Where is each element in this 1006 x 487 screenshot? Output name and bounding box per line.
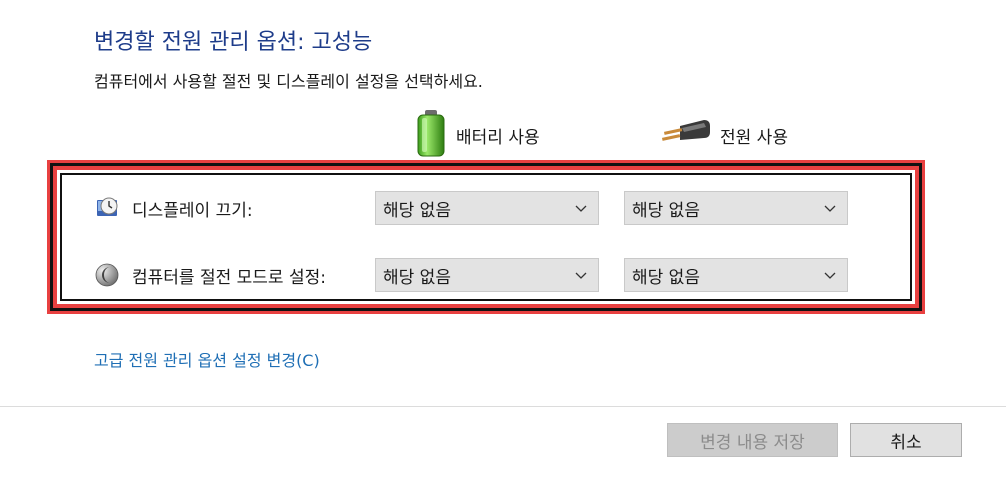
sleep-plugged-value: 해당 없음 [632,267,700,288]
display-setting-row: 디스플레이 끄기: 해당 없음 해당 없음 [62,190,910,226]
display-plugged-value: 해당 없음 [632,200,700,221]
sleep-battery-value: 해당 없음 [383,267,451,288]
plugged-column-label: 전원 사용 [720,127,788,148]
advanced-settings-link[interactable]: 고급 전원 관리 옵션 설정 변경(C) [94,347,320,371]
settings-panel: 디스플레이 끄기: 해당 없음 해당 없음 컴퓨터를 절전 모드로 설정: 해당… [60,173,912,301]
page-subtitle: 컴퓨터에서 사용할 절전 및 디스플레이 설정을 선택하세요. [94,72,483,91]
sleep-setting-row: 컴퓨터를 절전 모드로 설정: 해당 없음 해당 없음 [62,257,910,293]
display-battery-select[interactable]: 해당 없음 [375,191,599,225]
chevron-down-icon [575,205,587,212]
battery-column-label: 배터리 사용 [456,127,540,148]
display-setting-label: 디스플레이 끄기: [132,200,253,221]
battery-column-header: 배터리 사용 [414,108,540,163]
cancel-button[interactable]: 취소 [850,423,962,457]
moon-sleep-icon [95,263,119,287]
footer-divider [0,406,1006,407]
settings-highlight-box: 디스플레이 끄기: 해당 없음 해당 없음 컴퓨터를 절전 모드로 설정: 해당… [47,160,925,314]
chevron-down-icon [824,272,836,279]
save-changes-button[interactable]: 변경 내용 저장 [667,423,838,457]
battery-icon [414,108,448,163]
chevron-down-icon [575,272,587,279]
page-title: 변경할 전원 관리 옵션: 고성능 [94,30,373,55]
display-battery-value: 해당 없음 [383,200,451,221]
power-plug-icon [660,118,712,153]
sleep-setting-label: 컴퓨터를 절전 모드로 설정: [132,267,326,288]
display-plugged-select[interactable]: 해당 없음 [624,191,848,225]
display-clock-icon [95,196,119,220]
sleep-plugged-select[interactable]: 해당 없음 [624,258,848,292]
chevron-down-icon [824,205,836,212]
plugged-column-header: 전원 사용 [660,110,788,160]
sleep-battery-select[interactable]: 해당 없음 [375,258,599,292]
